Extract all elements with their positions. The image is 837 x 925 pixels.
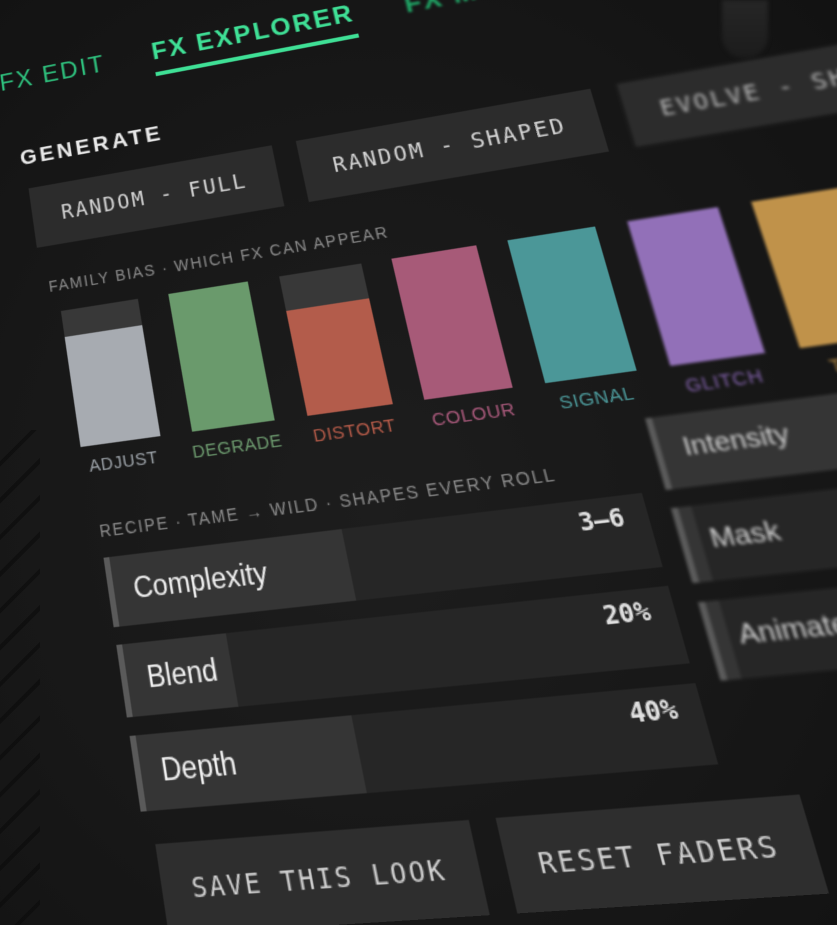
family-swatch-bar [627,207,765,366]
fader-value: 20% [600,597,654,632]
family-swatch-fill [751,187,837,348]
app-window: FX EDIT FX EXPLORER FX MOTION GENERATE R… [0,0,837,925]
family-swatch-label: GLITCH [683,365,766,397]
fader-label: Mask [706,515,785,555]
family-swatch-bar [168,281,274,431]
fader-fill [671,506,713,583]
fader-label: Depth [159,746,240,789]
family-swatch-fill [168,281,274,431]
family-swatch-glitch[interactable]: GLITCH [627,207,775,398]
family-swatch-label: COLOUR [430,399,518,431]
family-swatch-bar [391,245,512,400]
tab-fx-motion[interactable]: FX MOTION [401,0,582,26]
save-look-button[interactable]: SAVE THIS LOOK [155,820,489,925]
family-swatch-colour[interactable]: COLOUR [391,245,520,431]
family-swatch-label: DEGRADE [191,431,284,463]
family-swatch-fill [627,207,765,366]
fx-explorer-panel: FX EDIT FX EXPLORER FX MOTION GENERATE R… [0,0,837,925]
fader-fill [698,600,742,681]
family-swatch-bar [61,299,161,447]
family-swatch-fill [391,245,512,400]
family-swatch-fill [65,326,161,448]
family-swatch-fill [286,298,393,416]
fader-label: Blend [145,653,221,695]
family-swatch-label: SIGNAL [557,383,637,414]
family-swatch-degrade[interactable]: DEGRADE [166,281,283,463]
family-swatch-bar [751,187,837,348]
family-swatch-fill [507,226,636,383]
family-swatch-label: TIME [827,349,837,378]
tab-fx-explorer[interactable]: FX EXPLORER [149,0,359,76]
family-swatch-adjust[interactable]: ADJUST [61,299,166,477]
family-swatch-label: DISTORT [311,415,398,446]
family-swatch-label: ADJUST [88,447,160,476]
fader-label: Animate [734,607,837,652]
recipe-faders-left: Complexity 3–6 Blend 20% Depth 40% [103,493,718,812]
fader-value: 3–6 [575,504,628,538]
reset-faders-button[interactable]: RESET FADERS [495,795,829,914]
family-swatch-distort[interactable]: DISTORT [279,263,400,446]
family-swatch-signal[interactable]: SIGNAL [507,226,646,415]
family-swatch-bar [507,226,636,383]
family-swatch-bar [279,263,393,415]
fader-value: 40% [625,694,681,730]
tab-fx-edit[interactable]: FX EDIT [0,51,109,104]
